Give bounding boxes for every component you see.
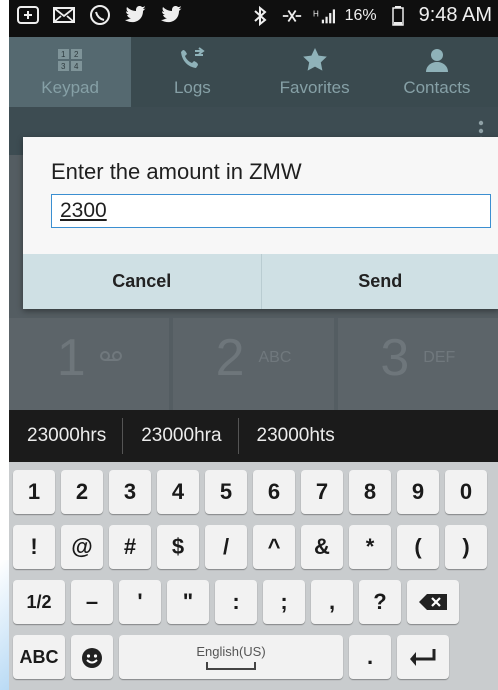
keyboard-row-1: 1 2 3 4 5 6 7 8 9 0 — [13, 470, 496, 514]
dial-digit: 2 — [215, 329, 245, 387]
svg-text:1: 1 — [61, 50, 66, 59]
key-ampersand[interactable]: & — [301, 525, 343, 569]
backspace-key[interactable] — [407, 580, 459, 624]
add-box-icon — [17, 4, 39, 26]
suggestion-bar: 23000hrs 23000hra 23000hts — [9, 410, 498, 462]
key-6[interactable]: 6 — [253, 470, 295, 514]
backspace-icon — [419, 594, 447, 610]
amount-input[interactable]: 2300 — [51, 194, 491, 228]
key-slash[interactable]: / — [205, 525, 247, 569]
suggestion-item[interactable]: 23000hrs — [9, 418, 122, 454]
dial-letters: DEF — [423, 349, 456, 366]
amount-dialog: Enter the amount in ZMW 2300 Cancel Send — [23, 137, 498, 309]
bluetooth-icon — [249, 5, 271, 27]
key-exclamation[interactable]: ! — [13, 525, 55, 569]
status-bar: H 16% 9:48 AM — [9, 0, 498, 37]
period-key[interactable]: . — [349, 635, 391, 679]
battery-icon — [387, 5, 409, 27]
abc-key[interactable]: ABC — [13, 635, 65, 679]
key-colon[interactable]: : — [215, 580, 257, 624]
svg-text:H: H — [313, 9, 319, 18]
key-dollar[interactable]: $ — [157, 525, 199, 569]
key-semicolon[interactable]: ; — [263, 580, 305, 624]
dial-key-3[interactable]: 3 DEF — [337, 318, 498, 398]
enter-key[interactable] — [397, 635, 449, 679]
key-7[interactable]: 7 — [301, 470, 343, 514]
tab-favorites[interactable]: Favorites — [254, 37, 376, 107]
key-comma[interactable]: , — [311, 580, 353, 624]
whatsapp-icon — [89, 4, 111, 26]
tab-logs[interactable]: Logs — [131, 37, 253, 107]
dialog-prompt: Enter the amount in ZMW — [51, 159, 302, 184]
key-2[interactable]: 2 — [61, 470, 103, 514]
keypad-icon: 1234 — [57, 46, 83, 74]
space-icon — [206, 662, 256, 670]
keyboard-row-2: ! @ # $ / ^ & * ( ) — [13, 525, 496, 569]
key-asterisk[interactable]: * — [349, 525, 391, 569]
tab-label: Contacts — [403, 78, 471, 97]
enter-icon — [410, 649, 436, 666]
key-symbol-page[interactable]: 1/2 — [13, 580, 65, 624]
key-hash[interactable]: # — [109, 525, 151, 569]
key-9[interactable]: 9 — [397, 470, 439, 514]
battery-percent: 16% — [344, 6, 377, 24]
key-4[interactable]: 4 — [157, 470, 199, 514]
star-icon — [302, 46, 328, 74]
call-log-icon — [179, 46, 206, 74]
dialpad-row: 1 2 ABC 3 DEF — [9, 318, 498, 398]
key-caret[interactable]: ^ — [253, 525, 295, 569]
tab-keypad[interactable]: 1234 Keypad — [9, 37, 132, 107]
voicemail-icon — [99, 349, 122, 367]
tab-label: Favorites — [279, 78, 350, 97]
space-key[interactable]: English(US) — [119, 635, 343, 679]
key-dash[interactable]: – — [71, 580, 113, 624]
nfc-mute-icon — [281, 5, 303, 27]
key-3[interactable]: 3 — [109, 470, 151, 514]
key-0[interactable]: 0 — [445, 470, 487, 514]
svg-text:2: 2 — [74, 50, 79, 59]
dial-digit: 3 — [380, 329, 410, 387]
dial-digit: 1 — [56, 329, 86, 387]
key-quote[interactable]: " — [167, 580, 209, 624]
tab-contacts[interactable]: Contacts — [376, 37, 498, 107]
keyboard-row-3: 1/2 – ' " : ; , ? — [13, 580, 496, 624]
mail-icon — [53, 4, 75, 26]
keyboard: 1 2 3 4 5 6 7 8 9 0 ! @ # $ / ^ & * ( ) … — [9, 462, 498, 690]
clock: 9:48 AM — [418, 4, 492, 26]
key-left-paren[interactable]: ( — [397, 525, 439, 569]
suggestion-item[interactable]: 23000hts — [237, 418, 351, 454]
key-apostrophe[interactable]: ' — [119, 580, 161, 624]
cancel-button[interactable]: Cancel — [23, 254, 262, 309]
tab-bar: 1234 Keypad Logs Favorites Contacts — [9, 37, 498, 107]
svg-text:3: 3 — [61, 62, 66, 71]
key-right-paren[interactable]: ) — [445, 525, 487, 569]
twitter-icon-2 — [161, 4, 183, 26]
person-icon — [424, 46, 450, 74]
tab-label: Logs — [173, 78, 211, 97]
dialpad-row-partial — [9, 398, 498, 410]
signal-icon: H — [313, 5, 335, 27]
dial-letters: ABC — [258, 349, 292, 366]
key-question[interactable]: ? — [359, 580, 401, 624]
emoji-icon — [82, 648, 102, 668]
key-8[interactable]: 8 — [349, 470, 391, 514]
dial-key-2[interactable]: 2 ABC — [173, 318, 334, 398]
key-at[interactable]: @ — [61, 525, 103, 569]
key-5[interactable]: 5 — [205, 470, 247, 514]
emoji-key[interactable] — [71, 635, 113, 679]
twitter-icon — [125, 4, 147, 26]
tab-label: Keypad — [41, 78, 99, 97]
space-label: English(US) — [196, 644, 266, 659]
keyboard-row-4: ABC English(US) . — [13, 635, 496, 679]
dialog-button-bar: Cancel Send — [23, 254, 498, 309]
key-1[interactable]: 1 — [13, 470, 55, 514]
dial-key-1[interactable]: 1 — [9, 318, 170, 398]
svg-text:4: 4 — [74, 62, 79, 71]
send-button[interactable]: Send — [262, 254, 498, 309]
suggestion-item[interactable]: 23000hra — [122, 418, 237, 454]
phone-screen: H 16% 9:48 AM 1234 Keypad Logs Favorites… — [9, 0, 498, 690]
